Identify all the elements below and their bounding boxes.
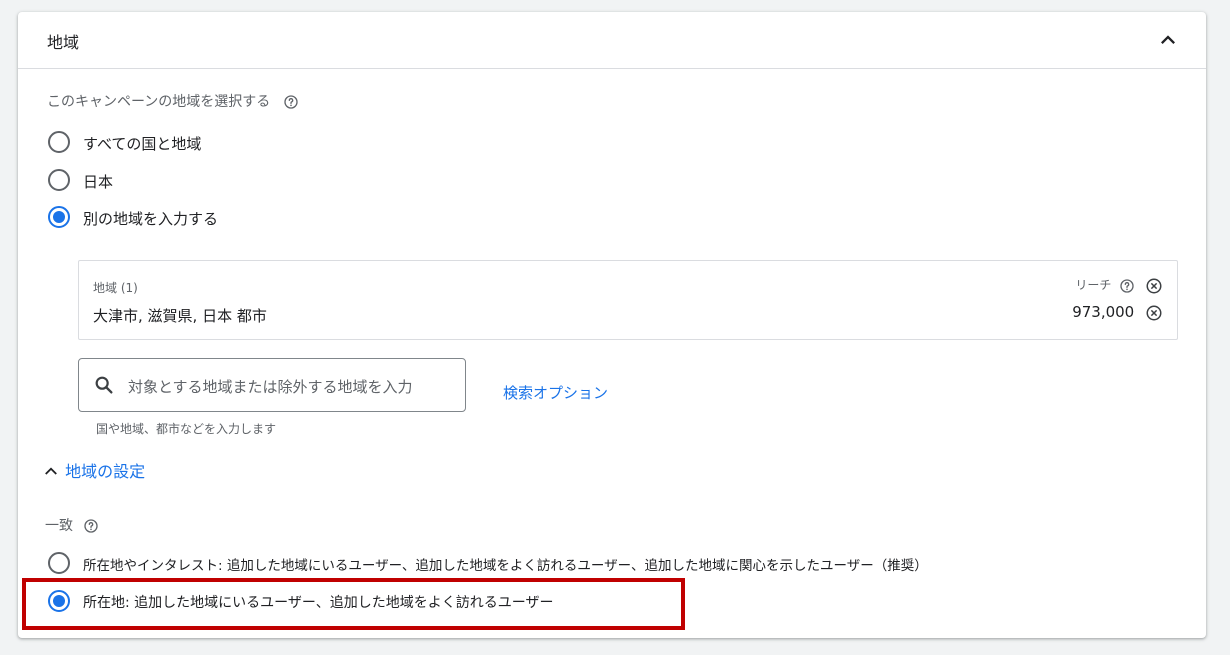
radio-japan[interactable]	[48, 169, 70, 191]
radio-other-location[interactable]	[48, 206, 70, 228]
search-options-link[interactable]: 検索オプション	[503, 382, 608, 403]
radio-presence-or-interest[interactable]	[48, 552, 70, 574]
question-text: このキャンペーンの地域を選択する	[47, 94, 271, 110]
help-icon[interactable]	[83, 518, 99, 534]
location-settings-toggle[interactable]: 地域の設定	[42, 458, 145, 482]
search-placeholder: 対象とする地域または除外する地域を入力	[128, 378, 413, 396]
remove-location-icon[interactable]	[1145, 304, 1163, 322]
location-question: このキャンペーンの地域を選択する	[47, 91, 299, 111]
reach-label: リーチ	[1075, 278, 1112, 292]
radio-label-presence-or-interest: 所在地やインタレスト: 追加した地域にいるユーザー、追加した地域をよく訪れるユー…	[83, 558, 928, 574]
location-reach: 973,000	[1072, 303, 1163, 322]
radio-presence[interactable]	[48, 590, 70, 612]
reach-value: 973,000	[1072, 303, 1135, 321]
card-header[interactable]: 地域	[18, 12, 1206, 69]
match-label: 一致	[45, 518, 73, 534]
help-icon[interactable]	[1119, 278, 1135, 294]
location-search-input[interactable]: 対象とする地域または除外する地域を入力	[78, 358, 466, 412]
locations-card: 地域 このキャンペーンの地域を選択する すべての国と地域 日本 別の地域を入力す…	[18, 12, 1206, 638]
radio-label-japan: 日本	[83, 173, 114, 191]
help-icon[interactable]	[283, 94, 299, 110]
location-name: 大津市, 滋賀県, 日本 都市	[93, 307, 267, 325]
radio-label-all-countries: すべての国と地域	[83, 135, 202, 153]
chevron-up-icon[interactable]	[1154, 26, 1182, 54]
radio-label-other-location: 別の地域を入力する	[83, 210, 219, 228]
remove-all-icon[interactable]	[1145, 277, 1163, 295]
chevron-up-icon	[42, 462, 60, 480]
locations-header: 地域 (1)	[93, 281, 138, 295]
search-hint: 国や地域、都市などを入力します	[96, 422, 277, 436]
radio-label-presence: 所在地: 追加した地域にいるユーザー、追加した地域をよく訪れるユーザー	[83, 595, 554, 611]
reach-header: リーチ	[1075, 276, 1163, 295]
match-heading: 一致	[45, 515, 99, 535]
radio-all-countries[interactable]	[48, 131, 70, 153]
location-settings-label: 地域の設定	[65, 462, 146, 481]
section-title: 地域	[47, 33, 80, 52]
search-icon	[93, 374, 115, 396]
targeted-locations-table: 地域 (1) リーチ 大津市, 滋賀県, 日本 都市 973,000	[78, 260, 1178, 340]
